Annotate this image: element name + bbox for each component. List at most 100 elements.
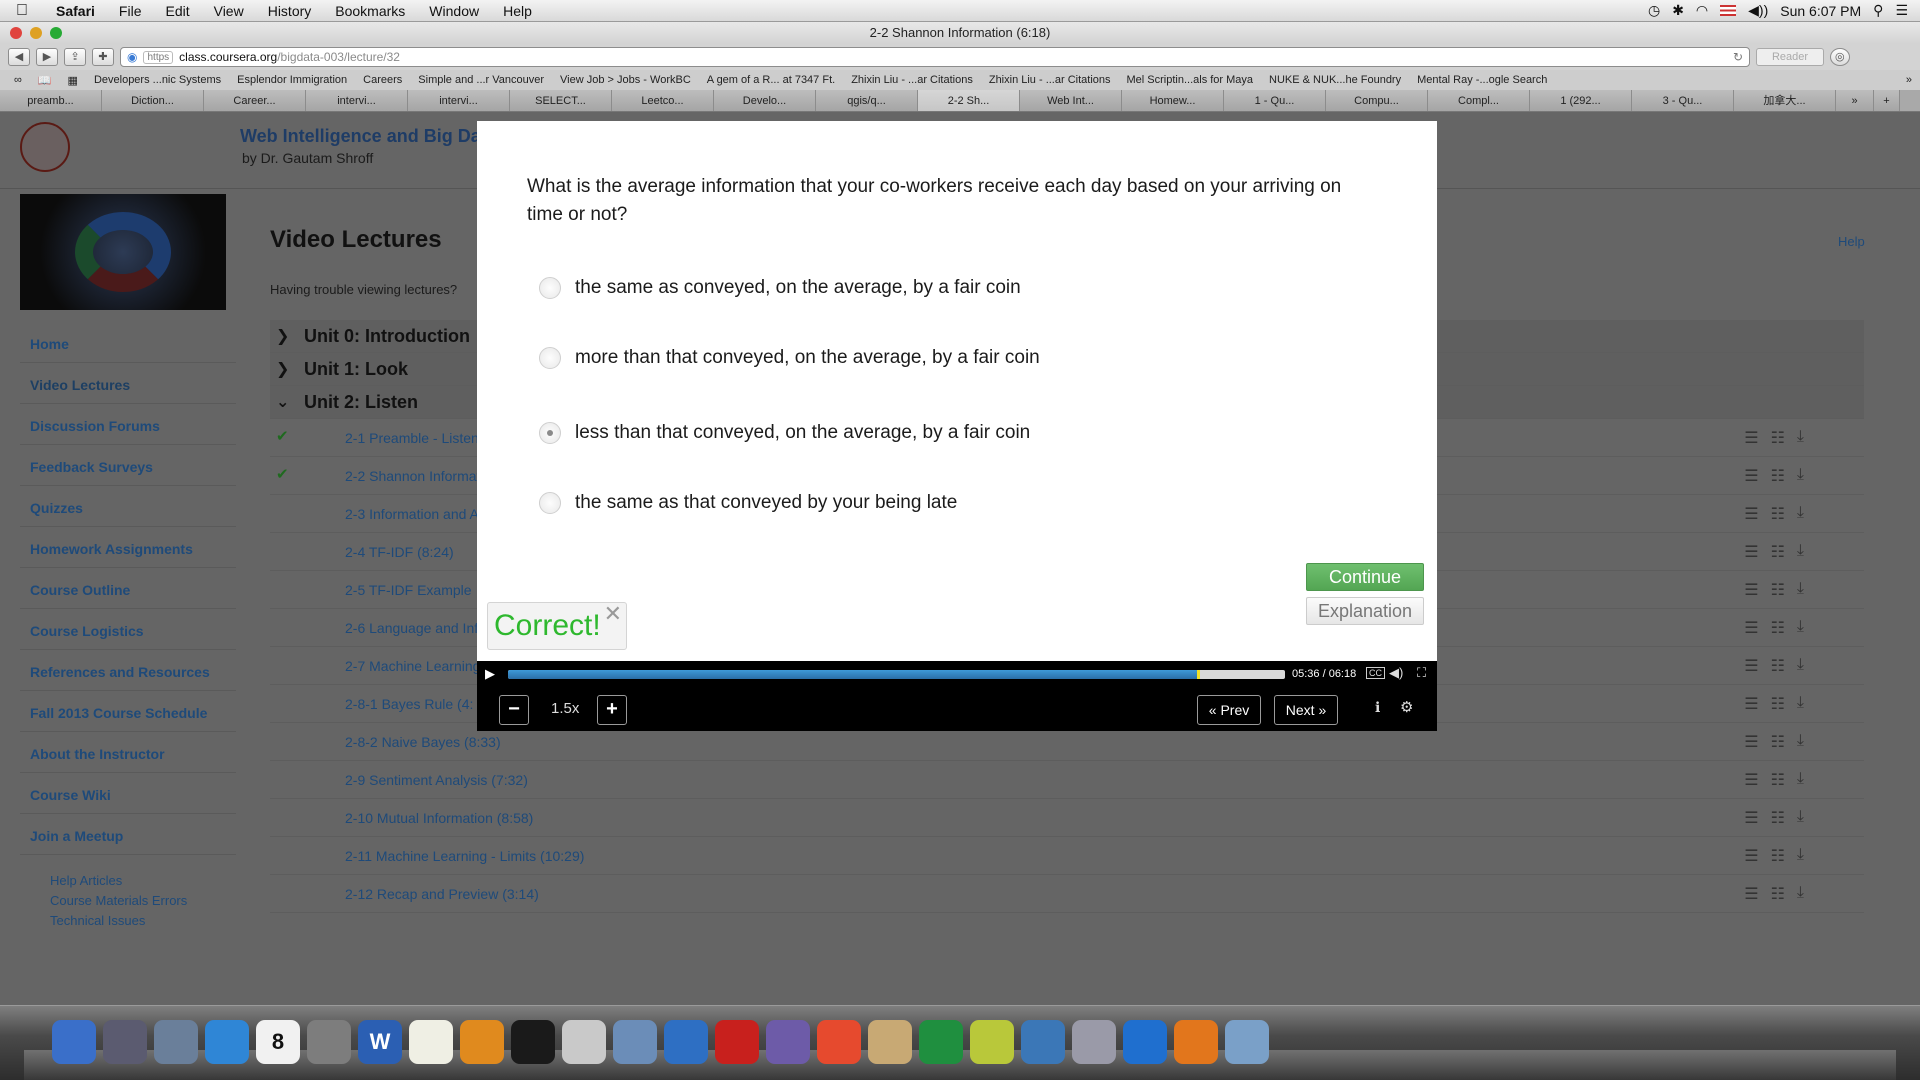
terminal-icon[interactable] xyxy=(511,1020,555,1064)
subtitles-icon[interactable]: ☷ xyxy=(1771,428,1785,448)
calendar-icon[interactable]: 8 xyxy=(256,1020,300,1064)
menu-history[interactable]: History xyxy=(256,3,324,19)
extension-icon[interactable]: ✚ xyxy=(92,48,114,66)
download-icon[interactable]: ⤓ xyxy=(1797,428,1804,448)
downloads-icon[interactable]: ◎ xyxy=(1830,48,1850,66)
share-icon[interactable]: ⇪ xyxy=(64,48,86,66)
reader-button[interactable]: Reader xyxy=(1756,48,1824,66)
notification-center-icon[interactable]: ☰ xyxy=(1895,2,1908,19)
subtitles-icon[interactable]: ☷ xyxy=(1771,580,1785,600)
slides-icon[interactable]: ☰ xyxy=(1744,846,1758,866)
speed-up-button[interactable]: + xyxy=(597,695,627,725)
volume-icon[interactable]: ◀)) xyxy=(1748,2,1768,19)
download-icon[interactable]: ⤓ xyxy=(1797,770,1804,790)
bluetooth-icon[interactable]: ✱ xyxy=(1672,2,1684,19)
more-bookmarks-icon[interactable]: » xyxy=(1898,74,1920,86)
maya-icon[interactable] xyxy=(1123,1020,1167,1064)
reload-icon[interactable]: ↻ xyxy=(1733,50,1743,64)
slides-icon[interactable]: ☰ xyxy=(1744,656,1758,676)
browser-tab[interactable]: 1 (292... xyxy=(1530,90,1632,111)
sidebar-item-home[interactable]: Home xyxy=(20,322,236,363)
browser-tab[interactable]: Web Int... xyxy=(1020,90,1122,111)
finder-icon[interactable] xyxy=(52,1020,96,1064)
slides-icon[interactable]: ☰ xyxy=(1744,618,1758,638)
sidebar-item-course-wiki[interactable]: Course Wiki xyxy=(20,773,236,814)
menu-bookmarks[interactable]: Bookmarks xyxy=(323,3,417,19)
bookmark-item[interactable]: Zhixin Liu - ...ar Citations xyxy=(981,74,1119,86)
subtitles-icon[interactable]: ☷ xyxy=(1771,694,1785,714)
xcode-icon[interactable] xyxy=(664,1020,708,1064)
browser-tab[interactable]: intervi... xyxy=(306,90,408,111)
trouble-link[interactable]: Having trouble viewing lectures? xyxy=(270,282,457,297)
continue-button[interactable]: Continue xyxy=(1306,563,1424,591)
menu-file[interactable]: File xyxy=(107,3,154,19)
sidebar-item-discussion-forums[interactable]: Discussion Forums xyxy=(20,404,236,445)
browser-tab[interactable]: Diction... xyxy=(102,90,204,111)
quiz-option-selected[interactable]: less than that conveyed, on the average,… xyxy=(539,422,1030,444)
python-icon[interactable] xyxy=(1021,1020,1065,1064)
download-icon[interactable]: ⤓ xyxy=(1797,504,1804,524)
sidebar-item-feedback-surveys[interactable]: Feedback Surveys xyxy=(20,445,236,486)
slides-icon[interactable]: ☰ xyxy=(1744,770,1758,790)
prev-button[interactable]: « Prev xyxy=(1197,695,1261,725)
textedit-icon[interactable] xyxy=(409,1020,453,1064)
subtitles-icon[interactable]: ☷ xyxy=(1771,542,1785,562)
fullscreen-icon[interactable]: ⛶ xyxy=(1417,665,1426,681)
browser-tab[interactable]: Leetco... xyxy=(612,90,714,111)
lecture-row[interactable]: 2-10 Mutual Information (8:58) ☰ ☷ ⤓ xyxy=(270,799,1864,837)
help-link[interactable]: Help xyxy=(1838,234,1865,249)
course-title[interactable]: Web Intelligence and Big Data xyxy=(240,126,497,147)
word-icon[interactable]: W xyxy=(358,1020,402,1064)
sidebar-item-references[interactable]: References and Resources xyxy=(20,650,236,691)
download-icon[interactable]: ⤓ xyxy=(1797,542,1804,562)
slides-icon[interactable]: ☰ xyxy=(1744,732,1758,752)
subtitles-icon[interactable]: ☷ xyxy=(1771,808,1785,828)
download-icon[interactable]: ⤓ xyxy=(1797,466,1804,486)
progress-bar[interactable] xyxy=(508,670,1285,679)
lecture-row[interactable]: 2-12 Recap and Preview (3:14) ☰ ☷ ⤓ xyxy=(270,875,1864,913)
input-flag-icon[interactable] xyxy=(1720,5,1737,16)
back-icon[interactable]: ◀ xyxy=(8,48,30,66)
menubar-clock[interactable]: Sun 6:07 PM xyxy=(1780,3,1861,19)
lecture-row[interactable]: 2-9 Sentiment Analysis (7:32) ☰ ☷ ⤓ xyxy=(270,761,1864,799)
sidebar-item-course-logistics[interactable]: Course Logistics xyxy=(20,609,236,650)
menu-window[interactable]: Window xyxy=(417,3,491,19)
browser-tab[interactable]: Compl... xyxy=(1428,90,1530,111)
box-icon[interactable] xyxy=(868,1020,912,1064)
menu-edit[interactable]: Edit xyxy=(153,3,201,19)
browser-tab-active[interactable]: 2-2 Sh... xyxy=(918,90,1020,111)
bookmark-item[interactable]: Zhixin Liu - ...ar Citations xyxy=(843,74,981,86)
sublime-icon[interactable] xyxy=(460,1020,504,1064)
captions-icon[interactable]: CC xyxy=(1366,667,1385,679)
sidebar-item-instructor[interactable]: About the Instructor xyxy=(20,732,236,773)
eclipse-icon[interactable] xyxy=(766,1020,810,1064)
bookmark-item[interactable]: Mental Ray -...ogle Search xyxy=(1409,74,1555,86)
slides-icon[interactable]: ☰ xyxy=(1744,428,1758,448)
browser-tab[interactable]: intervi... xyxy=(408,90,510,111)
launchpad-icon[interactable] xyxy=(103,1020,147,1064)
explanation-button[interactable]: Explanation xyxy=(1306,597,1424,625)
bookmarks-book-icon[interactable]: 📖 xyxy=(30,74,60,87)
address-bar[interactable]: ◉ https class.coursera.org /bigdata-003/… xyxy=(120,47,1750,67)
sidebar-item-meetup[interactable]: Join a Meetup xyxy=(20,814,236,855)
preview-icon[interactable] xyxy=(154,1020,198,1064)
subtitles-icon[interactable]: ☷ xyxy=(1771,732,1785,752)
photos-icon[interactable] xyxy=(613,1020,657,1064)
subtitles-icon[interactable]: ☷ xyxy=(1771,504,1785,524)
download-icon[interactable]: ⤓ xyxy=(1797,618,1804,638)
tab-overflow-icon[interactable]: » xyxy=(1836,90,1874,111)
bookmark-item[interactable]: A gem of a R... at 7347 Ft. xyxy=(699,74,843,86)
sidebar-item-quizzes[interactable]: Quizzes xyxy=(20,486,236,527)
zoom-window-icon[interactable] xyxy=(50,27,62,39)
download-icon[interactable]: ⤓ xyxy=(1797,580,1804,600)
quiz-option[interactable]: the same as that conveyed by your being … xyxy=(539,492,957,514)
radio-button[interactable] xyxy=(539,347,561,369)
slides-icon[interactable]: ☰ xyxy=(1744,466,1758,486)
slides-icon[interactable]: ☰ xyxy=(1744,542,1758,562)
download-icon[interactable]: ⤓ xyxy=(1797,694,1804,714)
play-icon[interactable]: ▶ xyxy=(485,666,495,682)
close-window-icon[interactable] xyxy=(10,27,22,39)
browser-tab[interactable]: 1 - Qu... xyxy=(1224,90,1326,111)
system-preferences-icon[interactable] xyxy=(307,1020,351,1064)
rocket-icon[interactable] xyxy=(1072,1020,1116,1064)
